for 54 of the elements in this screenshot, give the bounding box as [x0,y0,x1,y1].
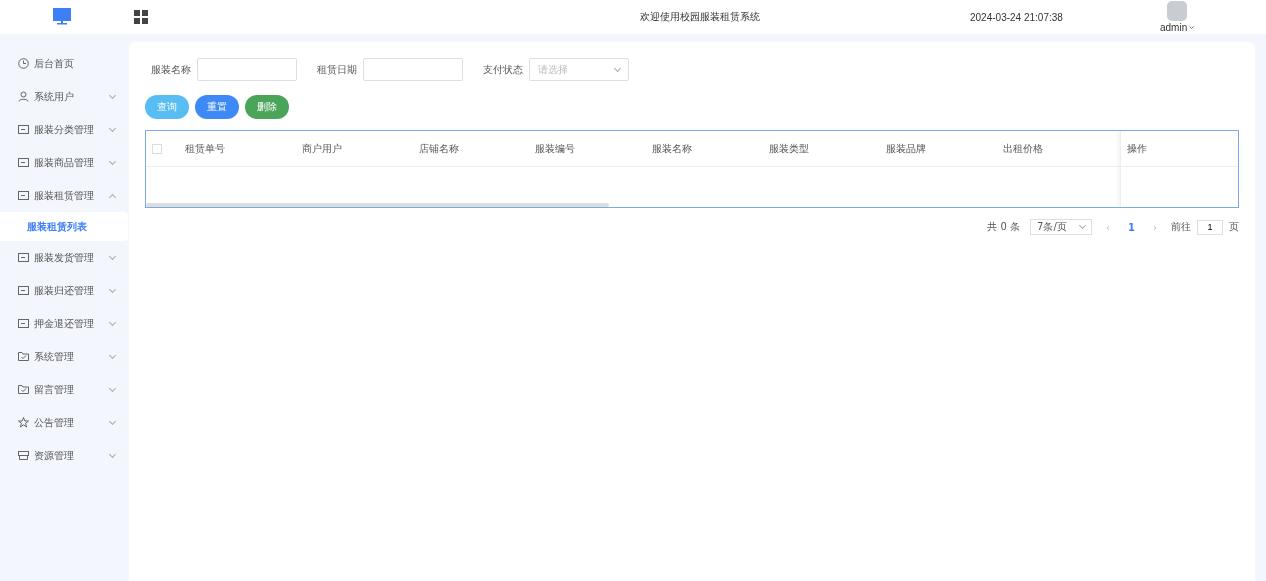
submenu-item[interactable]: 服装租赁列表 [0,212,128,241]
app-title: 欢迎使用校园服装租赁系统 [640,10,761,24]
goto-field[interactable]: 1 [1197,219,1223,235]
monitor-icon [52,7,72,27]
scrollbar[interactable] [146,203,609,207]
card-icon [18,124,29,135]
card-icon [18,252,29,263]
box-icon [18,450,29,461]
menu-item[interactable]: 系统管理 [0,340,129,373]
datetime: 2024-03-24 21:07:38 [970,11,1064,23]
column-header: 服装类型 [769,141,810,156]
column-header: 商户用户 [301,141,343,156]
menu-item[interactable]: 服装发货管理 [0,241,129,274]
column-header: 出租价格 [1002,141,1044,156]
menu-item[interactable]: 服装归还管理 [0,274,129,307]
column-header: 服装编号 [535,141,577,156]
filter-label: 服装名称 [151,62,191,77]
menu-item[interactable]: 留言管理 [0,373,129,406]
menu-item[interactable]: 后台首页 [0,47,129,80]
star-icon [18,417,29,428]
column-header: 服装名称 [652,141,694,156]
filter-label: 支付状态 [483,62,523,77]
menu-item[interactable]: 公告管理 [0,406,129,439]
column-header: 服装品牌 [885,141,927,156]
card-icon [18,318,29,329]
column-header: 操作 [1127,141,1147,156]
card-icon [18,157,29,168]
clock-icon [18,58,29,69]
total-count: 共 0 条 [987,220,1021,234]
column-header: 店铺名称 [418,141,460,156]
grid-icon[interactable] [134,10,148,24]
menu-item[interactable]: 服装租赁管理 [0,179,129,212]
menu-item[interactable]: 资源管理 [0,439,129,472]
menu-item[interactable]: 服装商品管理 [0,146,129,179]
checkbox[interactable] [152,143,162,154]
menu-item[interactable]: 服装分类管理 [0,113,129,146]
card-icon [18,285,29,296]
user-menu[interactable]: admin [1160,22,1188,33]
column-header: 租赁单号 [185,141,226,156]
filter-label: 租赁日期 [317,62,357,77]
avatar-icon[interactable] [1167,1,1188,21]
menu-item[interactable]: 押金退还管理 [0,307,129,340]
input-field[interactable] [363,58,463,81]
menu-item[interactable]: 系统用户 [0,80,129,113]
folder-icon [18,384,29,395]
goto-label: 前往 [1171,220,1191,234]
page-suffix: 页 [1229,220,1239,234]
caret-icon [1189,26,1195,29]
input-field[interactable] [197,58,297,81]
user-icon [18,91,29,102]
page-size-select[interactable]: 7条/页 [1030,219,1093,235]
card-icon [18,190,29,201]
folder-icon [18,351,29,362]
page-number[interactable]: 1 [1124,221,1139,233]
